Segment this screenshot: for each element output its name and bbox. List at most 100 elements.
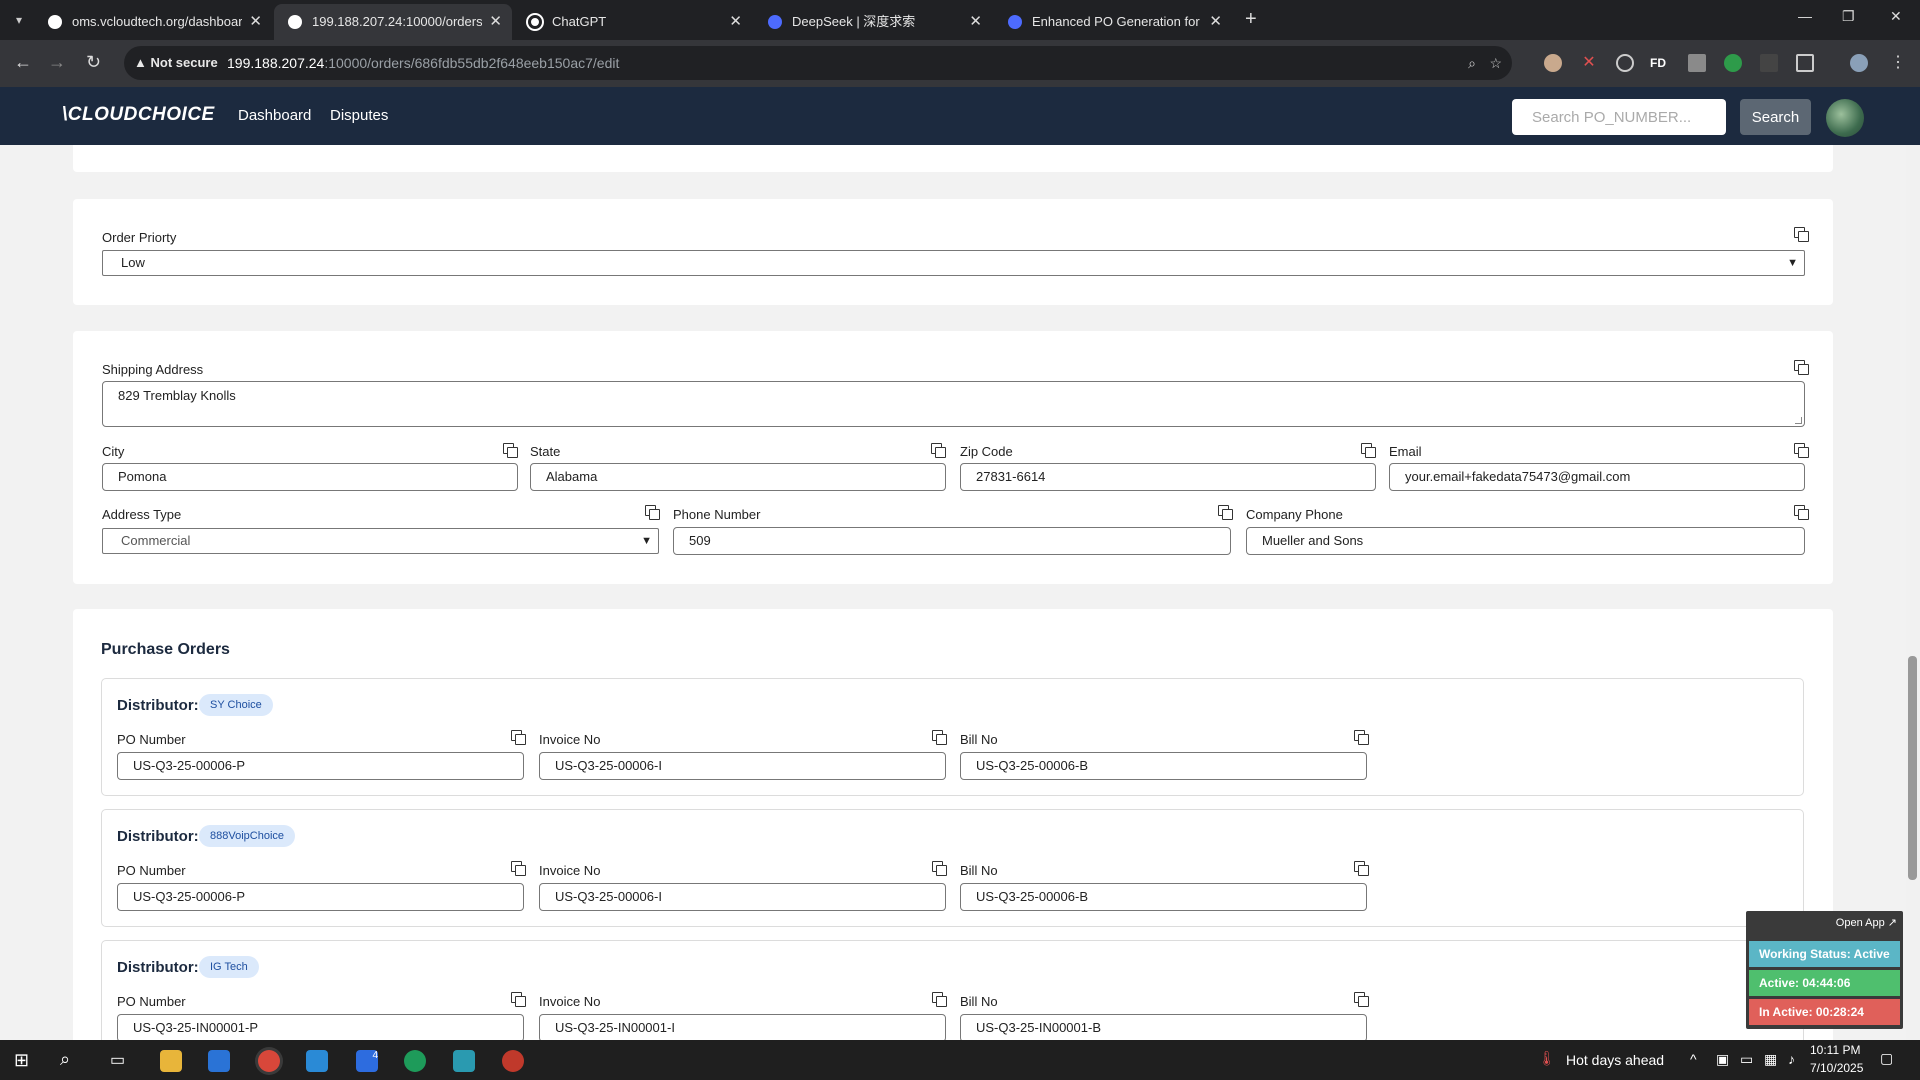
- zoom-icon[interactable]: ⌕: [1468, 46, 1476, 80]
- copy-icon[interactable]: [932, 992, 947, 1007]
- extension-close-icon[interactable]: ✕: [1580, 54, 1598, 72]
- network-icon[interactable]: ▦: [1764, 1051, 1777, 1068]
- company-phone-label: Company Phone: [1246, 507, 1343, 522]
- browser-tab-orders[interactable]: 199.188.207.24:10000/orders/6 ✕: [274, 4, 512, 40]
- shipping-address-textarea[interactable]: 829 Tremblay Knolls: [102, 381, 1805, 427]
- phone-number-field[interactable]: 509: [673, 527, 1231, 555]
- tray-icon[interactable]: ▣: [1716, 1051, 1729, 1068]
- tab-search-chevron-icon[interactable]: ▾: [6, 8, 32, 32]
- app-icon[interactable]: [453, 1050, 475, 1072]
- copy-icon[interactable]: [503, 443, 518, 458]
- order-priority-select[interactable]: Low ▼: [102, 250, 1805, 276]
- bill-no-field[interactable]: US-Q3-25-00006-B: [960, 752, 1367, 780]
- tab-close-icon[interactable]: ✕: [729, 4, 742, 40]
- copy-icon[interactable]: [931, 443, 946, 458]
- browser-menu-icon[interactable]: ⋮: [1890, 54, 1908, 72]
- copy-icon[interactable]: [1218, 505, 1233, 520]
- po-search-input[interactable]: [1512, 99, 1726, 135]
- scrollbar-thumb[interactable]: [1908, 656, 1917, 880]
- po-number-field[interactable]: US-Q3-25-00006-P: [117, 883, 524, 911]
- copy-icon[interactable]: [1354, 861, 1369, 876]
- copy-icon[interactable]: [1794, 505, 1809, 520]
- not-secure-indicator[interactable]: ▲ Not secure: [134, 46, 218, 80]
- browser-tab-deepseek[interactable]: DeepSeek | 深度求索 ✕: [754, 4, 992, 40]
- zip-code-field[interactable]: 27831-6614: [960, 463, 1376, 491]
- browser-tab-dashboard[interactable]: oms.vcloudtech.org/dashboard ✕: [34, 4, 272, 40]
- copy-icon[interactable]: [1794, 360, 1809, 375]
- copy-icon[interactable]: [932, 730, 947, 745]
- invoice-no-field[interactable]: US-Q3-25-IN00001-I: [539, 1014, 946, 1042]
- tray-chevron-icon[interactable]: ^: [1690, 1051, 1697, 1067]
- cloudchoice-logo[interactable]: \CLOUDCHOICE: [62, 104, 215, 126]
- tab-close-icon[interactable]: ✕: [249, 4, 262, 40]
- clock-date[interactable]: 7/10/2025: [1810, 1061, 1863, 1075]
- green-extension-icon[interactable]: [1724, 54, 1742, 72]
- file-explorer-icon[interactable]: [160, 1050, 182, 1072]
- po-number-field[interactable]: US-Q3-25-IN00001-P: [117, 1014, 524, 1042]
- volume-icon[interactable]: ♪: [1788, 1051, 1795, 1067]
- extensions-puzzle-icon[interactable]: [1796, 54, 1814, 72]
- search-button[interactable]: Search: [1740, 99, 1811, 135]
- po-number-field[interactable]: US-Q3-25-00006-P: [117, 752, 524, 780]
- copy-icon[interactable]: [511, 730, 526, 745]
- back-icon[interactable]: ←: [14, 52, 32, 73]
- notifications-icon[interactable]: ▢: [1880, 1050, 1893, 1067]
- forward-icon[interactable]: →: [48, 52, 66, 73]
- state-field[interactable]: Alabama: [530, 463, 946, 491]
- resize-grip-icon[interactable]: [1795, 417, 1802, 424]
- extension-icon[interactable]: [1760, 54, 1778, 72]
- page-scrollbar[interactable]: [1906, 145, 1920, 1040]
- app-icon[interactable]: [404, 1050, 426, 1072]
- address-type-select[interactable]: Commercial ▼: [102, 528, 659, 554]
- search-icon[interactable]: ⌕: [60, 1049, 70, 1070]
- reload-icon[interactable]: ↻: [86, 52, 101, 73]
- invoice-no-field[interactable]: US-Q3-25-00006-I: [539, 752, 946, 780]
- copy-icon[interactable]: [1354, 730, 1369, 745]
- invoice-no-field[interactable]: US-Q3-25-00006-I: [539, 883, 946, 911]
- company-phone-field[interactable]: Mueller and Sons: [1246, 527, 1805, 555]
- chrome-icon[interactable]: [258, 1050, 280, 1072]
- nav-dashboard[interactable]: Dashboard: [238, 107, 311, 124]
- zoom-app-icon[interactable]: 4: [356, 1050, 378, 1072]
- city-field[interactable]: Pomona: [102, 463, 518, 491]
- bill-no-field[interactable]: US-Q3-25-00006-B: [960, 883, 1367, 911]
- tab-close-icon[interactable]: ✕: [1209, 4, 1222, 40]
- extension-icon[interactable]: [1544, 54, 1562, 72]
- distributor-label: Distributor:: [117, 697, 199, 714]
- copy-icon[interactable]: [932, 861, 947, 876]
- weather-text[interactable]: Hot days ahead: [1566, 1052, 1664, 1068]
- email-field[interactable]: your.email+fakedata75473@gmail.com: [1389, 463, 1805, 491]
- tab-close-icon[interactable]: ✕: [969, 4, 982, 40]
- nav-disputes[interactable]: Disputes: [330, 107, 388, 124]
- copy-icon[interactable]: [511, 992, 526, 1007]
- fd-extension-icon[interactable]: FD: [1650, 54, 1668, 72]
- open-app-link[interactable]: Open App ↗: [1836, 916, 1897, 929]
- bookmark-star-icon[interactable]: ☆: [1489, 46, 1502, 80]
- tab-close-icon[interactable]: ✕: [489, 4, 502, 40]
- tray-icon[interactable]: ▭: [1740, 1051, 1753, 1068]
- copy-icon[interactable]: [1361, 443, 1376, 458]
- close-window-icon[interactable]: ✕: [1890, 8, 1902, 25]
- task-view-icon[interactable]: ▭: [110, 1050, 125, 1070]
- copy-icon[interactable]: [1354, 992, 1369, 1007]
- clock-time[interactable]: 10:11 PM: [1810, 1043, 1860, 1057]
- bill-no-field[interactable]: US-Q3-25-IN00001-B: [960, 1014, 1367, 1042]
- address-bar[interactable]: ▲ Not secure 199.188.207.24:10000/orders…: [124, 46, 1512, 80]
- minimize-icon[interactable]: —: [1798, 8, 1812, 24]
- store-icon[interactable]: [208, 1050, 230, 1072]
- app-icon[interactable]: [502, 1050, 524, 1072]
- browser-tab-chatgpt[interactable]: ChatGPT ✕: [514, 4, 752, 40]
- copy-icon[interactable]: [511, 861, 526, 876]
- user-avatar[interactable]: [1826, 99, 1864, 137]
- new-tab-button[interactable]: +: [1245, 8, 1257, 31]
- copy-icon[interactable]: [1794, 227, 1809, 242]
- image-extension-icon[interactable]: [1688, 54, 1706, 72]
- profile-icon[interactable]: [1850, 54, 1868, 72]
- browser-tab-enhanced-po[interactable]: Enhanced PO Generation for M ✕: [994, 4, 1232, 40]
- copy-icon[interactable]: [645, 505, 660, 520]
- vscode-icon[interactable]: [306, 1050, 328, 1072]
- restore-icon[interactable]: ❐: [1842, 8, 1855, 25]
- windows-start-icon[interactable]: ⊞: [14, 1050, 29, 1071]
- globe-extension-icon[interactable]: [1616, 54, 1634, 72]
- copy-icon[interactable]: [1794, 443, 1809, 458]
